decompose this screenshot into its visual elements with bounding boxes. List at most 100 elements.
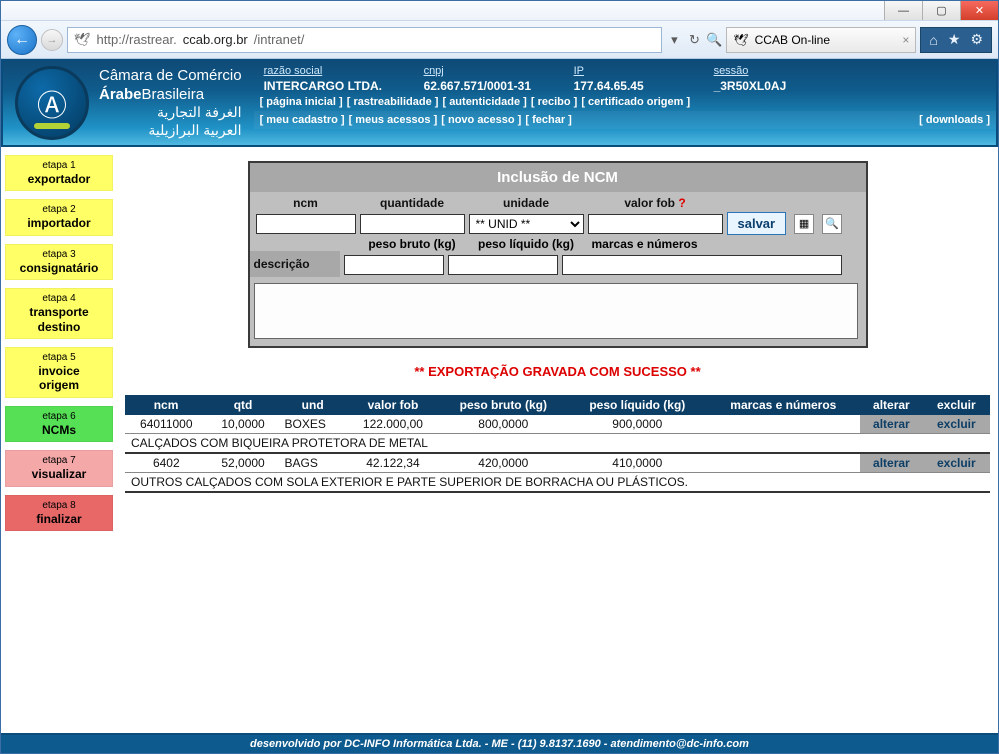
brand-arabic1: الغرفة التجارية — [99, 104, 242, 122]
browser-tab[interactable]: 🕊 CCAB On-line × — [726, 27, 916, 53]
search-icon[interactable]: 🔍 — [706, 32, 722, 48]
step-exportador[interactable]: etapa 1exportador — [5, 155, 113, 191]
sessao-value: _3R50XL0AJ — [714, 79, 844, 93]
url-prefix: http://rastrear. — [97, 32, 177, 47]
success-message: ** EXPORTAÇÃO GRAVADA COM SUCESSO ** — [125, 356, 990, 387]
th-marcas: marcas e números — [707, 395, 859, 415]
nav-fechar[interactable]: fechar — [525, 114, 572, 126]
nav-meus-acessos[interactable]: meus acessos — [349, 114, 438, 126]
window-frame: — ▢ ✕ ← → 🕊 http://rastrear. ccab.org.br /… — [0, 0, 999, 754]
logo-icon: Ⓐ — [15, 66, 89, 140]
nav-meu-cadastro[interactable]: meu cadastro — [260, 114, 345, 126]
home-icon[interactable]: ⌂ — [929, 32, 937, 48]
brand-text: Câmara de Comércio ÁrabeBrasileira الغرف… — [99, 67, 242, 140]
nav-certificado-origem[interactable]: certificado origem — [581, 96, 690, 108]
ncm-form-panel: Inclusão de NCM ncm quantidade unidade v… — [248, 161, 868, 348]
steps-sidebar: etapa 1exportador etapa 2importador etap… — [1, 147, 117, 733]
browser-right-icons: ⌂ ★ ⚙ — [920, 27, 992, 53]
save-button[interactable]: salvar — [727, 212, 787, 235]
input-peso-liquido[interactable] — [448, 255, 558, 275]
label-peso-bruto: peso bruto (kg) — [360, 237, 465, 251]
cell-ncm: 6402 — [125, 453, 208, 473]
cell-pliq: 410,0000 — [568, 453, 708, 473]
table-header-row: ncm qtd und valor fob peso bruto (kg) pe… — [125, 395, 990, 415]
step-consignatario[interactable]: etapa 3consignatário — [5, 244, 113, 280]
form-title: Inclusão de NCM — [250, 163, 866, 192]
main-content: Inclusão de NCM ncm quantidade unidade v… — [117, 147, 998, 733]
textarea-descricao[interactable] — [254, 283, 858, 339]
address-bar[interactable]: 🕊 http://rastrear. ccab.org.br/intranet/ — [67, 27, 662, 53]
th-und: und — [279, 395, 347, 415]
cell-marcas — [707, 415, 859, 434]
alterar-button[interactable]: alterar — [860, 415, 924, 434]
main-nav-1: página inicial rastreabilidade autentici… — [254, 93, 996, 111]
table-row: 6401100010,0000BOXES122.000,00800,000090… — [125, 415, 990, 434]
search-ncm-icon[interactable]: 🔍 — [822, 214, 842, 234]
th-excluir: excluir — [923, 395, 989, 415]
nav-novo-acesso[interactable]: novo acesso — [441, 114, 521, 126]
help-icon[interactable]: ? — [678, 196, 685, 210]
th-qtd: qtd — [208, 395, 279, 415]
cell-ncm: 64011000 — [125, 415, 208, 434]
cell-desc: OUTROS CALÇADOS COM SOLA EXTERIOR E PART… — [125, 473, 990, 493]
grid-icon[interactable]: ▦ — [794, 214, 814, 234]
cell-pbruto: 420,0000 — [439, 453, 567, 473]
header-right: razão social INTERCARGO LTDA. cnpj 62.66… — [254, 61, 996, 145]
main-nav-2: meu cadastro meus acessos novo acesso fe… — [254, 111, 996, 129]
nav-recibo[interactable]: recibo — [531, 96, 577, 108]
table-desc-row: CALÇADOS COM BIQUEIRA PROTETORA DE METAL — [125, 434, 990, 454]
url-suffix: /intranet/ — [254, 32, 305, 47]
forward-button[interactable]: → — [41, 29, 63, 51]
settings-icon[interactable]: ⚙ — [970, 31, 983, 48]
desc-row: descrição — [250, 251, 866, 279]
input-ncm[interactable] — [256, 214, 356, 234]
th-alterar: alterar — [860, 395, 924, 415]
input-quantidade[interactable] — [360, 214, 465, 234]
arrow-left-icon: ← — [14, 31, 30, 49]
step-visualizar[interactable]: etapa 7visualizar — [5, 450, 113, 486]
step-transporte-destino[interactable]: etapa 4transportedestino — [5, 288, 113, 339]
step-invoice-origem[interactable]: etapa 5invoiceorigem — [5, 347, 113, 398]
brand-line2b: Brasileira — [142, 86, 205, 103]
input-valor-fob[interactable] — [588, 214, 723, 234]
tab-strip: 🕊 CCAB On-line × — [726, 27, 916, 53]
tab-title: CCAB On-line — [755, 33, 830, 47]
step-importador[interactable]: etapa 2importador — [5, 199, 113, 235]
url-host: ccab.org.br — [183, 32, 248, 47]
ip-value: 177.64.65.45 — [574, 79, 714, 93]
cnpj-value: 62.667.571/0001-31 — [424, 79, 574, 93]
input-peso-bruto[interactable] — [344, 255, 444, 275]
nav-rastreabilidade[interactable]: rastreabilidade — [347, 96, 439, 108]
select-unidade[interactable]: ** UNID ** — [469, 214, 584, 234]
cnpj-label: cnpj — [424, 65, 574, 77]
favorites-icon[interactable]: ★ — [948, 31, 961, 48]
window-maximize-button[interactable]: ▢ — [922, 1, 960, 20]
nav-autenticidade[interactable]: autenticidade — [442, 96, 526, 108]
nav-downloads[interactable]: downloads — [919, 114, 990, 126]
table-desc-row: OUTROS CALÇADOS COM SOLA EXTERIOR E PART… — [125, 473, 990, 493]
body-area: etapa 1exportador etapa 2importador etap… — [1, 147, 998, 733]
nav-pagina-inicial[interactable]: página inicial — [260, 96, 343, 108]
label-quantidade: quantidade — [360, 196, 465, 210]
tab-close-icon[interactable]: × — [902, 33, 909, 47]
window-close-button[interactable]: ✕ — [960, 1, 998, 20]
cell-qtd: 10,0000 — [208, 415, 279, 434]
site-icon: 🕊 — [74, 32, 91, 48]
step-ncms[interactable]: etapa 6NCMs — [5, 406, 113, 442]
ncm-table: ncm qtd und valor fob peso bruto (kg) pe… — [125, 395, 990, 493]
excluir-button[interactable]: excluir — [923, 415, 989, 434]
back-button[interactable]: ← — [7, 25, 37, 55]
refresh-icon[interactable]: ↻ — [686, 32, 702, 48]
th-pbruto: peso bruto (kg) — [439, 395, 567, 415]
window-minimize-button[interactable]: — — [884, 1, 922, 20]
input-marcas[interactable] — [562, 255, 842, 275]
cell-qtd: 52,0000 — [208, 453, 279, 473]
label-marcas: marcas e números — [588, 237, 867, 251]
th-fob: valor fob — [347, 395, 439, 415]
step-finalizar[interactable]: etapa 8finalizar — [5, 495, 113, 531]
label-ncm: ncm — [256, 196, 356, 210]
alterar-button[interactable]: alterar — [860, 453, 924, 473]
dropdown-icon[interactable]: ▾ — [666, 32, 682, 48]
excluir-button[interactable]: excluir — [923, 453, 989, 473]
razao-label: razão social — [264, 65, 424, 77]
